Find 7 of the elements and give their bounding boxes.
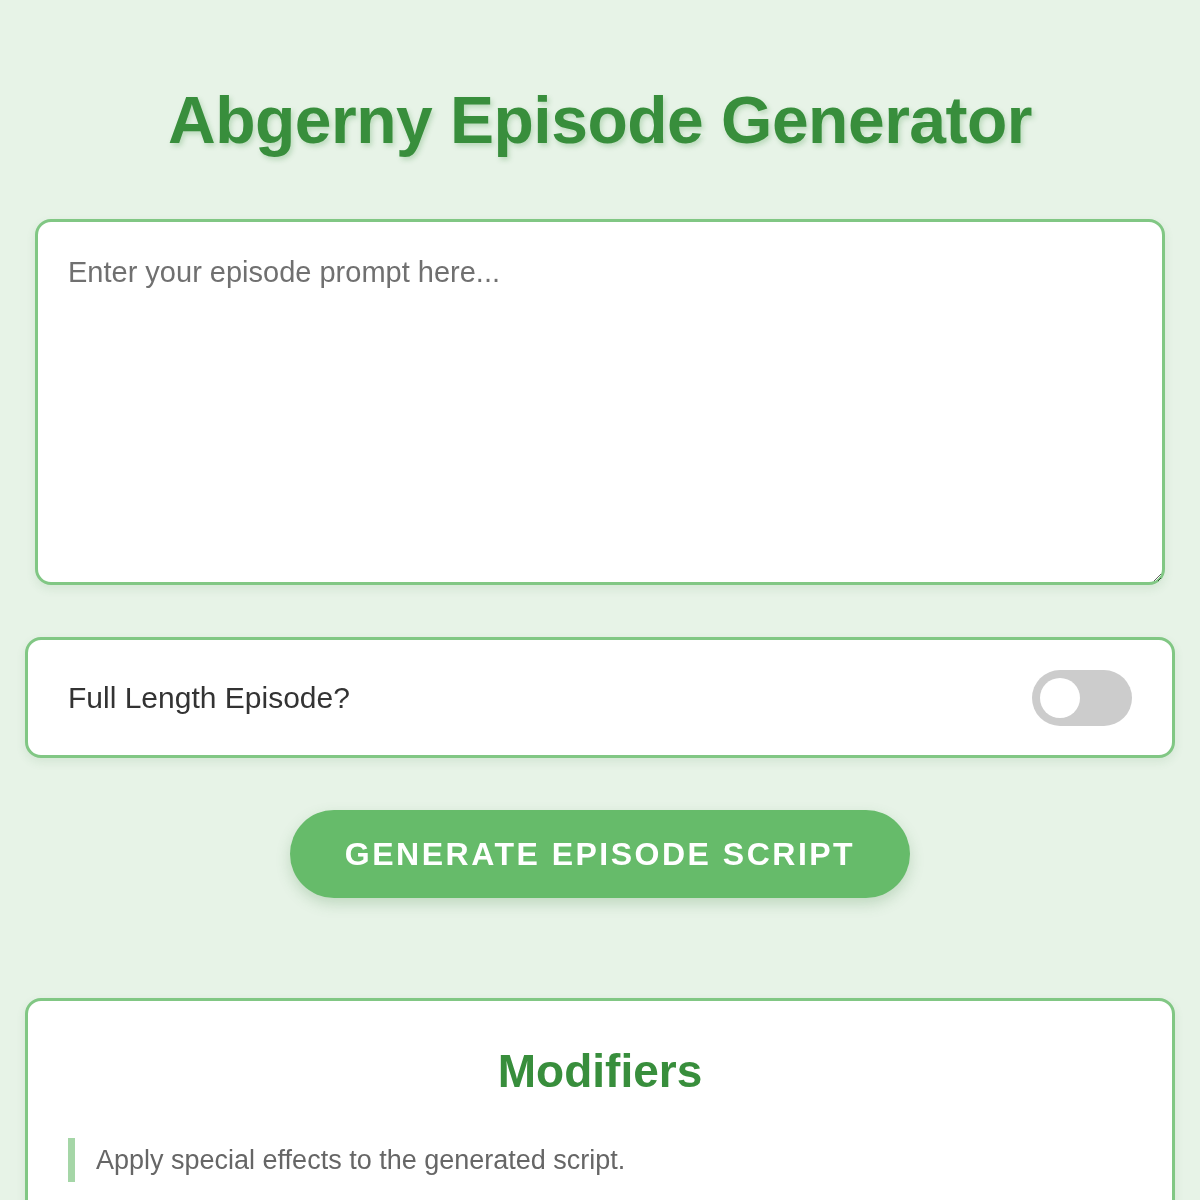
modifiers-title: Modifiers [497, 1044, 703, 1099]
page-title: Abgerny Episode Generator [168, 82, 1032, 159]
generate-button[interactable]: GENERATE EPISODE SCRIPT [290, 810, 910, 898]
prompt-field[interactable]: Enter your episode prompt here... [35, 219, 1165, 585]
full-length-label: Full Length Episode? [68, 680, 350, 715]
toggle-knob [1040, 677, 1080, 718]
modifiers-description: Apply special effects to the generated script. [68, 1138, 626, 1182]
